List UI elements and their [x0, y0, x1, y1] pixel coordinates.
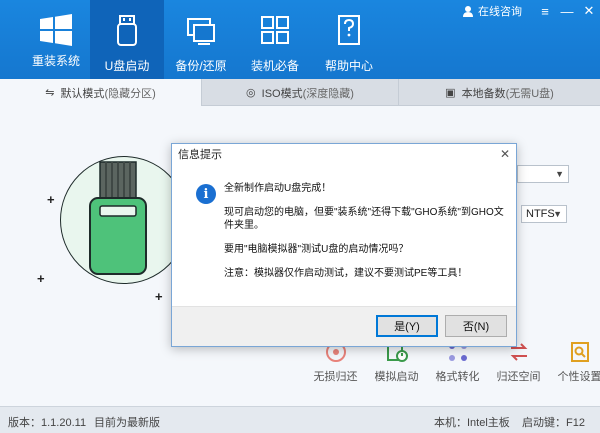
app-header: 重装系统 U盘启动 备份/还原 装机必备 帮助中心 在线咨询 ≡ — ✕ — [0, 0, 600, 79]
boot-key-text: 启动键：F12 — [522, 417, 585, 429]
nav-essentials-label: 装机必备 — [250, 59, 299, 73]
windows-logo-icon — [40, 14, 72, 46]
tool-format-convert-label: 格式转化 — [435, 371, 480, 383]
online-consult-link[interactable]: 在线咨询 — [462, 3, 522, 19]
device-select[interactable]: ▼ — [517, 165, 569, 183]
close-icon: ✕ — [583, 3, 595, 18]
window-controls: 在线咨询 ≡ — ✕ — [462, 0, 600, 22]
menu-button[interactable]: ≡ — [534, 0, 556, 22]
tool-restore-label: 无损归还 — [313, 371, 358, 383]
usb-drive-icon — [117, 15, 137, 46]
mode-tabs: ⇋ 默认模式 (隐藏分区) ◎ ISO模式 (深度隐藏) ▣ 本地备数 (无需U… — [0, 79, 600, 106]
dialog-line-question: 要用"电脑模拟器"测试U盘的启动情况吗？ — [224, 244, 409, 255]
online-consult-label: 在线咨询 — [478, 6, 522, 18]
apps-grid-icon — [261, 16, 289, 44]
nav-essentials[interactable]: 装机必备 — [238, 0, 312, 79]
nav-backup-restore-label: 备份/还原 — [175, 59, 227, 73]
dialog-body: i 全新制作启动U盘完成！ 现可启动您的电脑，但要"装系统"还得下载"GHO系统… — [172, 164, 516, 306]
tool-return-space-label: 归还空间 — [496, 371, 541, 383]
tool-simulate-boot-label: 模拟启动 — [374, 371, 419, 383]
usb-drive-illustration-icon — [89, 161, 147, 275]
decor-plus: + — [155, 289, 163, 304]
decor-plus: + — [47, 192, 55, 207]
usb-symbol-icon: ⇋ — [45, 87, 55, 99]
tab-local-mode-label: 本地备数 — [461, 87, 506, 100]
dialog-close-icon[interactable]: ✕ — [500, 147, 510, 161]
filesystem-select-value: NTFS — [526, 208, 555, 220]
backup-restore-icon — [187, 18, 215, 45]
personalize-icon — [570, 342, 589, 362]
tool-personalize[interactable]: 个性设置 — [549, 340, 600, 384]
dialog-line-note: 注意：模拟器仅作启动测试，建议不要测试PE等工具！ — [224, 268, 468, 279]
main-nav: U盘启动 备份/还原 装机必备 帮助中心 — [90, 0, 386, 79]
nav-usb-boot-label: U盘启动 — [104, 59, 150, 73]
help-document-icon — [338, 15, 360, 45]
dialog-titlebar: 信息提示 ✕ — [172, 144, 516, 164]
info-dialog: 信息提示 ✕ i 全新制作启动U盘完成！ 现可启动您的电脑，但要"装系统"还得下… — [171, 143, 517, 347]
tab-default-mode[interactable]: ⇋ 默认模式 (隐藏分区) — [0, 79, 202, 106]
tab-local-mode[interactable]: ▣ 本地备数 (无需U盘) — [399, 79, 600, 106]
dialog-footer: 是(Y) 否(N) — [172, 306, 516, 346]
chevron-down-icon: ▼ — [553, 209, 562, 219]
nav-usb-boot[interactable]: U盘启动 — [90, 0, 164, 79]
info-icon: i — [196, 184, 216, 204]
decor-plus: + — [37, 271, 45, 286]
reinstall-system-nav[interactable]: 重装系统 — [24, 14, 88, 74]
version-text: 版本：1.1.20.11 — [8, 417, 87, 429]
minimize-button[interactable]: — — [556, 0, 578, 22]
nav-help-center[interactable]: 帮助中心 — [312, 0, 386, 79]
tab-iso-mode-label: ISO模式 — [261, 87, 303, 100]
user-headset-icon — [463, 6, 473, 17]
chevron-down-icon: ▼ — [555, 169, 564, 179]
tab-local-mode-hint: (无需U盘) — [505, 87, 554, 100]
dialog-yes-button[interactable]: 是(Y) — [376, 315, 438, 337]
dialog-no-button[interactable]: 否(N) — [445, 315, 507, 337]
reinstall-system-label: 重装系统 — [31, 54, 80, 68]
tool-personalize-label: 个性设置 — [557, 371, 600, 383]
local-disk-icon: ▣ — [445, 87, 456, 99]
nav-backup-restore[interactable]: 备份/还原 — [164, 0, 238, 79]
tab-default-mode-hint: (隐藏分区) — [104, 87, 156, 100]
latest-version-text: 目前为最新版 — [94, 417, 160, 429]
menu-icon: ≡ — [541, 3, 549, 19]
status-bar: 版本：1.1.20.11 目前为最新版 本机：Intel主板 启动键：F12 — [0, 406, 600, 433]
dialog-line-download: 现可启动您的电脑，但要"装系统"还得下载"GHO系统"到GHO文件夹里。 — [224, 207, 504, 231]
nav-help-center-label: 帮助中心 — [324, 59, 373, 73]
filesystem-select[interactable]: NTFS ▼ — [521, 205, 567, 223]
tab-iso-mode[interactable]: ◎ ISO模式 (深度隐藏) — [202, 79, 399, 106]
dialog-line-complete: 全新制作启动U盘完成！ — [224, 183, 332, 194]
tab-iso-mode-hint: (深度隐藏) — [302, 87, 354, 100]
dialog-message: 全新制作启动U盘完成！ 现可启动您的电脑，但要"装系统"还得下载"GHO系统"到… — [224, 182, 504, 280]
close-window-button[interactable]: ✕ — [578, 0, 600, 22]
usb-illustration — [60, 156, 188, 284]
tab-default-mode-label: 默认模式 — [60, 87, 105, 100]
board-info-text: 本机：Intel主板 — [434, 417, 510, 429]
dialog-title: 信息提示 — [178, 149, 222, 161]
disc-icon: ◎ — [246, 87, 256, 99]
minimize-icon: — — [560, 3, 574, 19]
